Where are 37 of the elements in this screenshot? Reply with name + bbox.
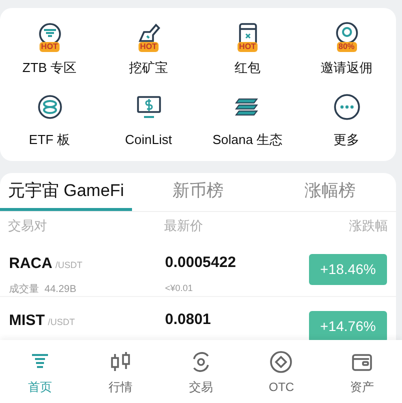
coin-icon: [36, 92, 64, 120]
tab[interactable]: 涨幅榜: [264, 173, 396, 211]
shortcut-item[interactable]: 更多: [297, 92, 396, 149]
column-header: 交易对: [8, 217, 48, 236]
price-text: 0.0801: [165, 310, 212, 330]
coin-symbol: RACA: [9, 255, 52, 272]
column-header: 涨跌幅: [349, 217, 388, 236]
change-badge: +14.76%: [309, 311, 387, 340]
shortcut-item[interactable]: Solana 生态: [198, 92, 297, 149]
badge: HOT: [39, 42, 60, 52]
market-row[interactable]: RACA /USDT 成交量 44.29B 0.0005422 <¥0.01 +18.46%: [0, 240, 396, 297]
quote-currency: /USDT: [55, 260, 82, 270]
tab[interactable]: 新币榜: [132, 173, 264, 211]
volume-text: 成交量 44.29B: [9, 282, 78, 297]
more-icon: [332, 92, 360, 120]
price-text: 0.0005422: [165, 253, 237, 273]
coin-symbol: MIST: [9, 312, 45, 329]
change-badge: +18.46%: [309, 254, 387, 285]
tab[interactable]: 元宇宙 GameFi: [0, 173, 132, 211]
badge: HOT: [237, 42, 258, 52]
nav-item[interactable]: OTC: [241, 350, 322, 403]
nav-item[interactable]: 交易: [160, 350, 242, 403]
shortcut-item[interactable]: HOT ZTB 专区: [0, 20, 99, 78]
shortcut-item[interactable]: HOT 挖矿宝: [99, 20, 198, 78]
column-header: 最新价: [164, 217, 204, 236]
fiat-price: <¥0.01: [165, 282, 194, 294]
nav-item[interactable]: 资产: [322, 350, 402, 403]
candlestick-icon: [108, 350, 133, 374]
badge: HOT: [138, 42, 159, 52]
quote-currency: /USDT: [48, 317, 75, 327]
shortcut-item[interactable]: CoinList: [99, 92, 198, 149]
shortcut-item[interactable]: 80% 邀请返佣: [297, 20, 396, 78]
badge: 80%: [336, 42, 356, 52]
diamond-circle-icon: [269, 350, 294, 374]
shortcut-item[interactable]: HOT 红包: [198, 20, 297, 78]
nav-item[interactable]: 行情: [80, 350, 161, 403]
shortcut-item[interactable]: ETF 板: [0, 92, 99, 149]
